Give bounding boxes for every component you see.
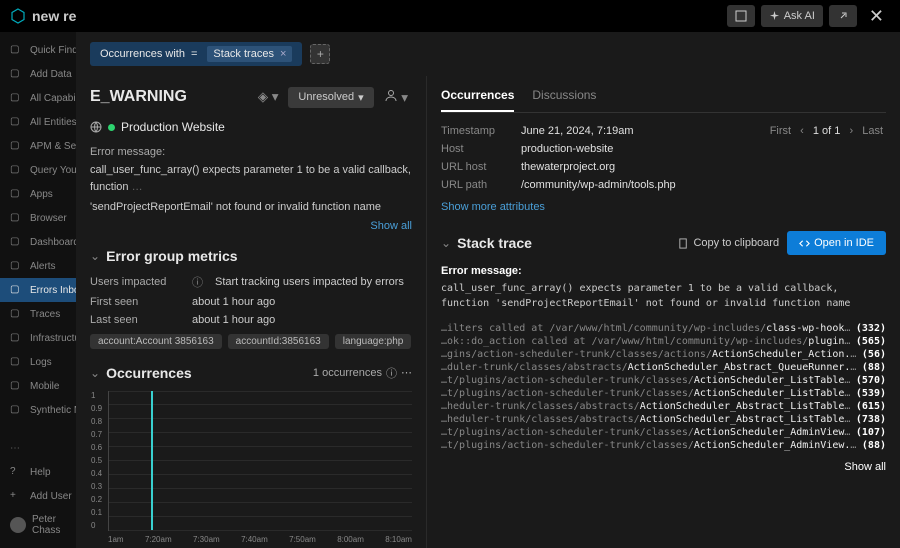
clipboard-icon	[678, 238, 689, 249]
collapse-stack[interactable]: ⌄	[441, 236, 451, 250]
sidebar-item-browser[interactable]: ▢Browser	[0, 206, 76, 230]
sidebar-user[interactable]: Peter Chass	[0, 508, 76, 542]
mobile-icon: ▢	[10, 380, 22, 392]
tab-occurrences[interactable]: Occurrences	[441, 84, 514, 112]
chip-remove[interactable]: ×	[280, 48, 286, 60]
pager-next[interactable]: ›	[849, 125, 853, 137]
sidebar-item-alerts[interactable]: ▢Alerts	[0, 254, 76, 278]
filter-chip[interactable]: Occurrences with = Stack traces×	[90, 42, 302, 66]
edit-icon	[735, 10, 747, 22]
tag-icon-button[interactable]: ◈ ▾	[254, 85, 283, 109]
collapse-occurrences[interactable]: ⌄	[90, 366, 100, 380]
stack-show-all[interactable]: Show all	[441, 461, 886, 473]
grid-icon: ▢	[10, 92, 22, 104]
sidebar-item-all-entities[interactable]: ▢All Entities	[0, 110, 76, 134]
sidebar-item-query-your-d[interactable]: ▢Query Your D	[0, 158, 76, 182]
brand-logo: new re	[10, 8, 76, 24]
sidebar-item-traces[interactable]: ▢Traces	[0, 302, 76, 326]
plus-icon: ▢	[10, 68, 22, 80]
brand-icon	[10, 8, 26, 24]
collapse-metrics[interactable]: ⌄	[90, 249, 100, 263]
sparkle-icon	[769, 11, 780, 22]
metric-tag[interactable]: language:php	[335, 334, 412, 349]
show-more-attrs[interactable]: Show more attributes	[441, 201, 886, 213]
sidebar-item-logs[interactable]: ▢Logs	[0, 350, 76, 374]
stack-frame[interactable]: …heduler-trunk/classes/abstracts/ActionS…	[441, 401, 886, 412]
sidebar-item-synthetic-mo[interactable]: ▢Synthetic Mo	[0, 398, 76, 422]
stack-frame[interactable]: …t/plugins/action-scheduler-trunk/classe…	[441, 427, 886, 438]
add-filter-button[interactable]: +	[310, 44, 330, 64]
show-all-message[interactable]: Show all	[90, 220, 412, 232]
stack-frame[interactable]: …t/plugins/action-scheduler-trunk/classe…	[441, 375, 886, 386]
dash-icon: ▢	[10, 236, 22, 248]
sidebar-item-apps[interactable]: ▢Apps	[0, 182, 76, 206]
sidebar-item-all-capabilities[interactable]: ▢All Capabilities	[0, 86, 76, 110]
copy-clipboard-button[interactable]: Copy to clipboard	[678, 231, 779, 255]
info-icon[interactable]: ⓘ	[386, 365, 397, 381]
status-dot	[108, 124, 115, 131]
open-ide-button[interactable]: Open in IDE	[787, 231, 886, 255]
syn-icon: ▢	[10, 404, 22, 416]
sidebar-item-infrastructure[interactable]: ▢Infrastructure	[0, 326, 76, 350]
infra-icon: ▢	[10, 332, 22, 344]
sidebar-add-user[interactable]: +Add User	[0, 484, 76, 508]
stack-frame[interactable]: …gins/action-scheduler-trunk/classes/act…	[441, 349, 886, 360]
globe-icon	[90, 121, 102, 133]
traces-icon: ▢	[10, 308, 22, 320]
stack-frame[interactable]: …ok::do_action called at /var/www/html/c…	[441, 336, 886, 347]
sidebar-item-dashboards[interactable]: ▢Dashboards	[0, 230, 76, 254]
stack-frame[interactable]: …duler-trunk/classes/abstracts/ActionSch…	[441, 362, 886, 373]
apm-icon: ▢	[10, 140, 22, 152]
db-icon: ▢	[10, 164, 22, 176]
occurrences-chart: 10.90.80.70.60.50.40.30.20.10 1am7:20am7…	[90, 391, 412, 548]
sidebar-item-errors-inbox[interactable]: ▢Errors Inbox	[0, 278, 76, 302]
stack-frame[interactable]: …t/plugins/action-scheduler-trunk/classe…	[441, 440, 886, 451]
sidebar-item-mobile[interactable]: ▢Mobile	[0, 374, 76, 398]
logs-icon: ▢	[10, 356, 22, 368]
error-title: E_WARNING	[90, 88, 187, 106]
browser-icon: ▢	[10, 212, 22, 224]
sidebar: ▢Quick Find▢Add Data▢All Capabilities▢Al…	[0, 32, 76, 548]
search-icon: ▢	[10, 44, 22, 56]
tab-discussions[interactable]: Discussions	[532, 84, 596, 112]
link-button[interactable]	[829, 5, 857, 27]
edit-button[interactable]	[727, 5, 755, 27]
sidebar-item-add-data[interactable]: ▢Add Data	[0, 62, 76, 86]
more-icon[interactable]: ⋯	[401, 366, 412, 379]
person-icon	[384, 88, 398, 102]
sidebar-item-apm-&-servi[interactable]: ▢APM & Servi	[0, 134, 76, 158]
link-icon	[837, 10, 849, 22]
close-button[interactable]: ✕	[863, 6, 890, 27]
stack-frame[interactable]: …t/plugins/action-scheduler-trunk/classe…	[441, 388, 886, 399]
metric-tag[interactable]: accountId:3856163	[228, 334, 329, 349]
inbox-icon: ▢	[10, 284, 22, 296]
entity-name[interactable]: Production Website	[121, 120, 225, 134]
sidebar-item-quick-find[interactable]: ▢Quick Find	[0, 38, 76, 62]
apps-icon: ▢	[10, 188, 22, 200]
pager-prev[interactable]: ‹	[800, 125, 804, 137]
stack-frame[interactable]: …ilters called at /var/www/html/communit…	[441, 323, 886, 334]
pager-last[interactable]: Last	[862, 125, 883, 137]
stack-frame[interactable]: …heduler-trunk/classes/abstracts/ActionS…	[441, 414, 886, 425]
code-icon	[799, 238, 810, 249]
pager-first[interactable]: First	[770, 125, 791, 137]
status-dropdown[interactable]: Unresolved ▾	[288, 87, 373, 108]
pager: First ‹ 1 of 1 › Last	[767, 125, 886, 197]
assign-button[interactable]: ▾	[380, 84, 412, 110]
ask-ai-button[interactable]: Ask AI	[761, 5, 823, 27]
box-icon: ▢	[10, 116, 22, 128]
avatar	[10, 517, 26, 533]
sidebar-help[interactable]: ?Help	[0, 460, 76, 484]
bell-icon: ▢	[10, 260, 22, 272]
metric-tag[interactable]: account:Account 3856163	[90, 334, 222, 349]
